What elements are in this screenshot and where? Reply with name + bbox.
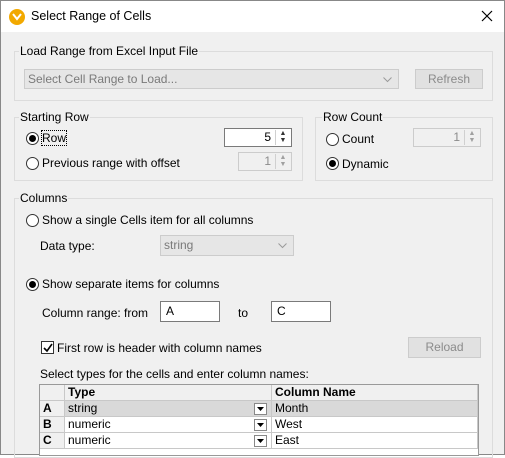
type-cell[interactable]: numeric: [65, 433, 272, 449]
type-cell-value: numeric: [68, 417, 111, 431]
row-letter: C: [40, 433, 65, 449]
row-radio-label[interactable]: Row: [40, 130, 68, 146]
single-cells-label[interactable]: Show a single Cells item for all columns: [42, 213, 253, 227]
row-letter: A: [40, 401, 65, 417]
type-cell[interactable]: numeric: [65, 417, 272, 433]
data-type-label: Data type:: [40, 239, 95, 253]
type-dropdown-button[interactable]: [254, 435, 267, 447]
dynamic-radio-label[interactable]: Dynamic: [342, 157, 389, 171]
column-name-cell[interactable]: Month: [272, 401, 478, 417]
column-name-cell[interactable]: East: [272, 433, 478, 449]
type-column-header[interactable]: Type: [65, 385, 272, 401]
close-icon: [481, 10, 493, 22]
app-logo-icon: [9, 9, 25, 25]
row-letter: B: [40, 417, 65, 433]
type-cell[interactable]: string: [65, 401, 272, 417]
separate-items-label[interactable]: Show separate items for columns: [42, 277, 219, 291]
cell-range-combo-text: Select Cell Range to Load...: [28, 72, 178, 86]
column-name-header[interactable]: Column Name: [272, 385, 478, 401]
previous-range-radio[interactable]: [26, 157, 39, 170]
table-row[interactable]: A string Month: [40, 401, 478, 417]
data-type-combo[interactable]: string: [160, 235, 294, 256]
single-cells-radio[interactable]: [26, 214, 39, 227]
title-bar: Select Range of Cells: [1, 1, 504, 32]
column-from-input[interactable]: A: [160, 301, 220, 322]
load-range-legend: Load Range from Excel Input File: [19, 44, 200, 58]
column-name-cell[interactable]: West: [272, 417, 478, 433]
refresh-button[interactable]: Refresh: [415, 69, 483, 89]
column-types-grid: Type Column Name A string Month B numeri…: [39, 384, 479, 456]
chevron-down-icon: [383, 77, 392, 83]
type-dropdown-button[interactable]: [254, 403, 267, 415]
table-row[interactable]: B numeric West: [40, 417, 478, 433]
checkmark-icon: [43, 343, 53, 353]
dynamic-radio[interactable]: [326, 157, 339, 170]
column-range-label: Column range: from: [42, 306, 149, 320]
dropdown-arrow-icon: [257, 439, 264, 443]
columns-legend: Columns: [19, 191, 69, 205]
row-count-group: [315, 117, 493, 181]
offset-value: 1: [264, 154, 271, 168]
grid-corner-cell: [40, 385, 65, 401]
starting-row-legend: Starting Row: [19, 110, 90, 124]
previous-range-label[interactable]: Previous range with offset: [42, 156, 180, 170]
column-to-input[interactable]: C: [271, 301, 331, 322]
spin-down-icon: ▼: [279, 161, 287, 169]
spin-down-icon[interactable]: ▼: [276, 137, 290, 146]
separate-items-radio[interactable]: [26, 278, 39, 291]
count-radio[interactable]: [326, 133, 339, 146]
chevron-down-icon: [278, 243, 287, 249]
table-row[interactable]: C numeric East: [40, 433, 478, 449]
row-value: 5: [264, 130, 271, 144]
header-row-checkbox[interactable]: [41, 341, 54, 354]
cell-range-combo[interactable]: Select Cell Range to Load...: [24, 69, 399, 89]
window-title: Select Range of Cells: [31, 9, 152, 23]
count-value: 1: [453, 130, 460, 144]
close-button[interactable]: [470, 1, 504, 32]
count-spinner[interactable]: 1 ▲ ▼: [413, 128, 481, 147]
data-type-value: string: [164, 238, 194, 252]
types-instruction-label: Select types for the cells and enter col…: [40, 367, 309, 381]
grid-header-row: Type Column Name: [40, 385, 478, 401]
reload-button[interactable]: Reload: [408, 337, 481, 358]
to-label: to: [238, 306, 249, 320]
dropdown-arrow-icon: [257, 423, 264, 427]
starting-row-group: [14, 117, 303, 181]
row-spinner[interactable]: 5 ▲ ▼: [224, 128, 292, 147]
dialog-window: Select Range of Cells Load Range from Ex…: [0, 0, 505, 458]
header-row-label[interactable]: First row is header with column names: [57, 341, 262, 355]
spin-down-icon: ▼: [468, 137, 476, 145]
type-dropdown-button[interactable]: [254, 419, 267, 431]
offset-spinner[interactable]: 1 ▲ ▼: [238, 152, 292, 171]
row-radio[interactable]: [26, 132, 39, 145]
type-cell-value: numeric: [68, 433, 111, 447]
row-count-legend: Row Count: [322, 110, 384, 124]
type-cell-value: string: [68, 401, 98, 415]
dropdown-arrow-icon: [257, 407, 264, 411]
count-radio-label[interactable]: Count: [342, 132, 374, 146]
